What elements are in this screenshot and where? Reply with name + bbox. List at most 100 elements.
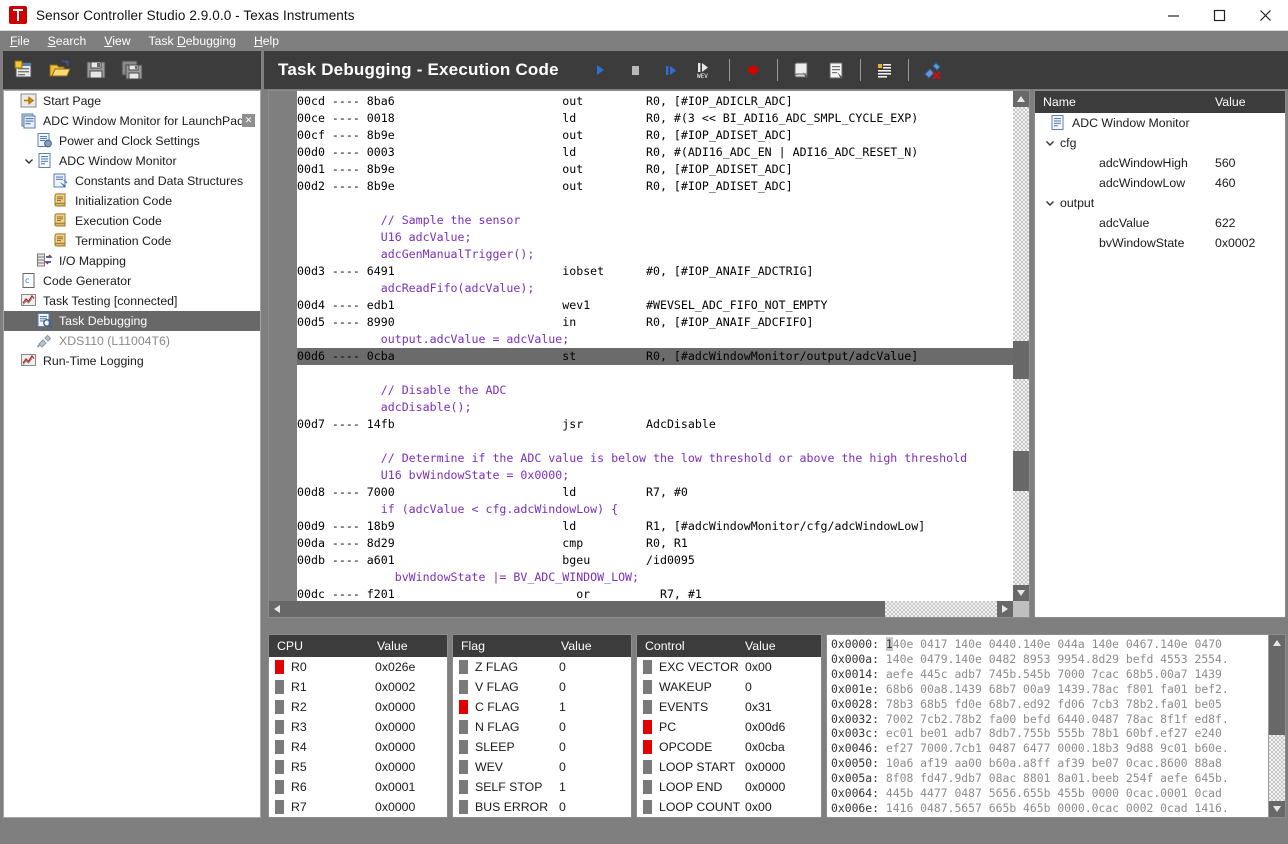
code-line[interactable]: 00ce ---- 0018 ld R0, #(3 << BI_ADI16_AD… xyxy=(297,110,1013,127)
breakpoint-button[interactable] xyxy=(736,55,771,85)
code-line[interactable]: 00da ---- 8d29 cmp R0, R1 xyxy=(297,535,1013,552)
close-tab-icon[interactable]: ✕ xyxy=(242,114,255,127)
scroll-up-icon[interactable] xyxy=(1013,91,1029,107)
memory-row[interactable]: 0x003c: ec01 be01 adb7 8db7.755b 555b 78… xyxy=(831,726,1268,741)
memory-row[interactable]: 0x000a: 140e 0479.140e 0482 8953 9954.8d… xyxy=(831,652,1268,667)
memory-scroll-up-icon[interactable] xyxy=(1269,635,1285,651)
code-line[interactable]: 00db ---- a601 bgeu /id0095 xyxy=(297,552,1013,569)
run-to-wev-button[interactable]: WEV xyxy=(688,55,723,85)
sidebar-item-code-generator[interactable]: c Code Generator xyxy=(4,271,260,291)
memory-scroll-down-icon[interactable] xyxy=(1269,801,1285,817)
sidebar-item-run-time-logging[interactable]: Run-Time Logging xyxy=(4,351,260,371)
new-project-icon[interactable] xyxy=(12,58,36,82)
code-line[interactable]: // Determine if the ADC value is below t… xyxy=(297,450,1013,467)
memory-row[interactable]: 0x0000: 140e 0417 140e 0440.140e 044a 14… xyxy=(831,637,1268,652)
editor-vscroll-thumb-2[interactable] xyxy=(1013,451,1029,491)
register-row[interactable]: EVENTS 0x31 xyxy=(637,697,821,717)
code-line[interactable] xyxy=(297,365,1013,382)
sidebar-item-i-o-mapping[interactable]: I/O Mapping xyxy=(4,251,260,271)
flags-panel[interactable]: Flag Value Z FLAG 0 V FLAG 0 C FLAG 1 N FLAG 0 S… xyxy=(452,634,632,818)
code-line[interactable]: // Disable the ADC xyxy=(297,382,1013,399)
menu-item-task-debugging[interactable]: Task Debugging xyxy=(149,31,236,51)
register-row[interactable]: N FLAG 0 xyxy=(453,717,631,737)
output-view-button[interactable] xyxy=(867,55,902,85)
register-row[interactable]: R1 0x0002 xyxy=(269,677,447,697)
sidebar-item-constants-and-data-structures[interactable]: Constants and Data Structures xyxy=(4,171,260,191)
code-line[interactable]: if (adcValue < cfg.adcWindowLow) { xyxy=(297,501,1013,518)
editor-horizontal-scrollbar[interactable] xyxy=(269,601,1013,617)
step-button[interactable] xyxy=(653,55,688,85)
sidebar-item-initialization-code[interactable]: Initialization Code xyxy=(4,191,260,211)
variable-row[interactable]: output xyxy=(1035,193,1285,213)
code-line[interactable]: 00d8 ---- 7000 ld R7, #0 xyxy=(297,484,1013,501)
code-line[interactable]: 00d4 ---- edb1 wev1 #WEVSEL_ADC_FIFO_NOT… xyxy=(297,297,1013,314)
variable-row[interactable]: bvWindowState 0x0002 xyxy=(1035,233,1285,253)
memory-row[interactable]: 0x0064: 445b 4477 0487 5656.655b 455b 00… xyxy=(831,786,1268,801)
sidebar-item-adc-window-monitor[interactable]: ADC Window Monitor xyxy=(4,151,260,171)
code-line[interactable]: output.adcValue = adcValue; xyxy=(297,331,1013,348)
register-row[interactable]: V FLAG 0 xyxy=(453,677,631,697)
sidebar-item-termination-code[interactable]: Termination Code xyxy=(4,231,260,251)
register-row[interactable]: LOOP COUNT 0x00 xyxy=(637,797,821,817)
code-line[interactable]: adcGenManualTrigger(); xyxy=(297,246,1013,263)
code-line[interactable]: 00d1 ---- 8b9e out R0, [#IOP_ADISET_ADC] xyxy=(297,161,1013,178)
scroll-down-icon[interactable] xyxy=(1013,585,1029,601)
register-row[interactable]: PC 0x00d6 xyxy=(637,717,821,737)
register-row[interactable]: R0 0x026e xyxy=(269,657,447,677)
memory-scrollbar[interactable] xyxy=(1268,635,1285,817)
register-row[interactable]: WAKEUP 0 xyxy=(637,677,821,697)
register-row[interactable]: R2 0x0000 xyxy=(269,697,447,717)
memory-scroll-thumb[interactable] xyxy=(1269,651,1285,735)
menu-item-help[interactable]: Help xyxy=(254,31,279,51)
code-line[interactable]: 00d2 ---- 8b9e out R0, [#IOP_ADISET_ADC] xyxy=(297,178,1013,195)
menu-item-view[interactable]: View xyxy=(104,31,130,51)
close-icon[interactable] xyxy=(1242,0,1288,31)
code-line-current[interactable]: 00d6 ---- 0cba st R0, [#adcWindowMonitor… xyxy=(297,348,1013,365)
menu-item-file[interactable]: File xyxy=(10,31,30,51)
minimize-icon[interactable] xyxy=(1150,0,1196,31)
editor-hscroll-thumb[interactable] xyxy=(285,601,885,617)
project-tree[interactable]: Start Page ADC Window Monitor for LaunchP… xyxy=(3,90,261,818)
show-source-button[interactable] xyxy=(784,55,819,85)
memory-row[interactable]: 0x005a: 8f08 fd47.9db7 08ac 8801 8a01.be… xyxy=(831,771,1268,786)
code-line[interactable]: 00cf ---- 8b9e out R0, [#IOP_ADISET_ADC] xyxy=(297,127,1013,144)
memory-row[interactable]: 0x0028: 78b3 68b5 fd0e 68b7.ed92 fd06 7c… xyxy=(831,697,1268,712)
memory-row[interactable]: 0x0032: 7002 7cb2.78b2 fa00 befd 6440.04… xyxy=(831,712,1268,727)
code-line[interactable]: U16 adcValue; xyxy=(297,229,1013,246)
code-line[interactable]: 00dc ---- f201 or R7, #1 xyxy=(297,586,1013,601)
register-row[interactable]: SLEEP 0 xyxy=(453,737,631,757)
editor-vertical-scrollbar[interactable] xyxy=(1013,91,1029,601)
register-row[interactable]: C FLAG 1 xyxy=(453,697,631,717)
code-line[interactable]: bvWindowState |= BV_ADC_WINDOW_LOW; xyxy=(297,569,1013,586)
register-row[interactable]: R7 0x0000 xyxy=(269,797,447,817)
sidebar-item-xds110-l11004t6[interactable]: XDS110 (L11004T6) xyxy=(4,331,260,351)
show-listing-button[interactable] xyxy=(819,55,854,85)
memory-row[interactable]: 0x006e: 1416 0487.5657 665b 465b 0000.0c… xyxy=(831,801,1268,816)
code-line[interactable]: 00d9 ---- 18b9 ld R1, [#adcWindowMonitor… xyxy=(297,518,1013,535)
code-line[interactable]: 00d7 ---- 14fb jsr AdcDisable xyxy=(297,416,1013,433)
memory-dump-panel[interactable]: 0x0000: 140e 0417 140e 0440.140e 044a 14… xyxy=(826,634,1286,818)
sidebar-item-execution-code[interactable]: Execution Code xyxy=(4,211,260,231)
register-row[interactable]: R3 0x0000 xyxy=(269,717,447,737)
register-row[interactable]: LOOP END 0x0000 xyxy=(637,777,821,797)
memory-row[interactable]: 0x0046: ef27 7000.7cb1 0487 6477 0000.18… xyxy=(831,741,1268,756)
sidebar-item-task-testing-connected[interactable]: Task Testing [connected] xyxy=(4,291,260,311)
code-line[interactable]: adcReadFifo(adcValue); xyxy=(297,280,1013,297)
code-line[interactable]: 00d5 ---- 8990 in R0, [#IOP_ANAIF_ADCFIF… xyxy=(297,314,1013,331)
variable-row[interactable]: ADC Window Monitor xyxy=(1035,113,1285,133)
code-line[interactable]: // Sample the sensor xyxy=(297,212,1013,229)
code-line[interactable] xyxy=(297,433,1013,450)
scroll-right-icon[interactable] xyxy=(997,601,1013,617)
code-line[interactable]: 00d3 ---- 6491 iobset #0, [#IOP_ANAIF_AD… xyxy=(297,263,1013,280)
sidebar-item-power-and-clock-settings[interactable]: Power and Clock Settings xyxy=(4,131,260,151)
chevron-down-icon[interactable] xyxy=(22,151,36,171)
maximize-icon[interactable] xyxy=(1196,0,1242,31)
variable-row[interactable]: adcValue 622 xyxy=(1035,213,1285,233)
register-row[interactable]: R6 0x0001 xyxy=(269,777,447,797)
register-row[interactable]: R5 0x0000 xyxy=(269,757,447,777)
disconnect-button[interactable] xyxy=(915,55,950,85)
control-registers-panel[interactable]: Control Value EXC VECTOR 0x00 WAKEUP 0 EVENT… xyxy=(636,634,822,818)
variable-row[interactable]: adcWindowLow 460 xyxy=(1035,173,1285,193)
cpu-registers-panel[interactable]: CPU Value R0 0x026e R1 0x0002 R2 0x0000 R3 0x00… xyxy=(268,634,448,818)
variable-watch-panel[interactable]: Name Value ADC Window Monitor cfg adcWindo… xyxy=(1034,90,1286,618)
